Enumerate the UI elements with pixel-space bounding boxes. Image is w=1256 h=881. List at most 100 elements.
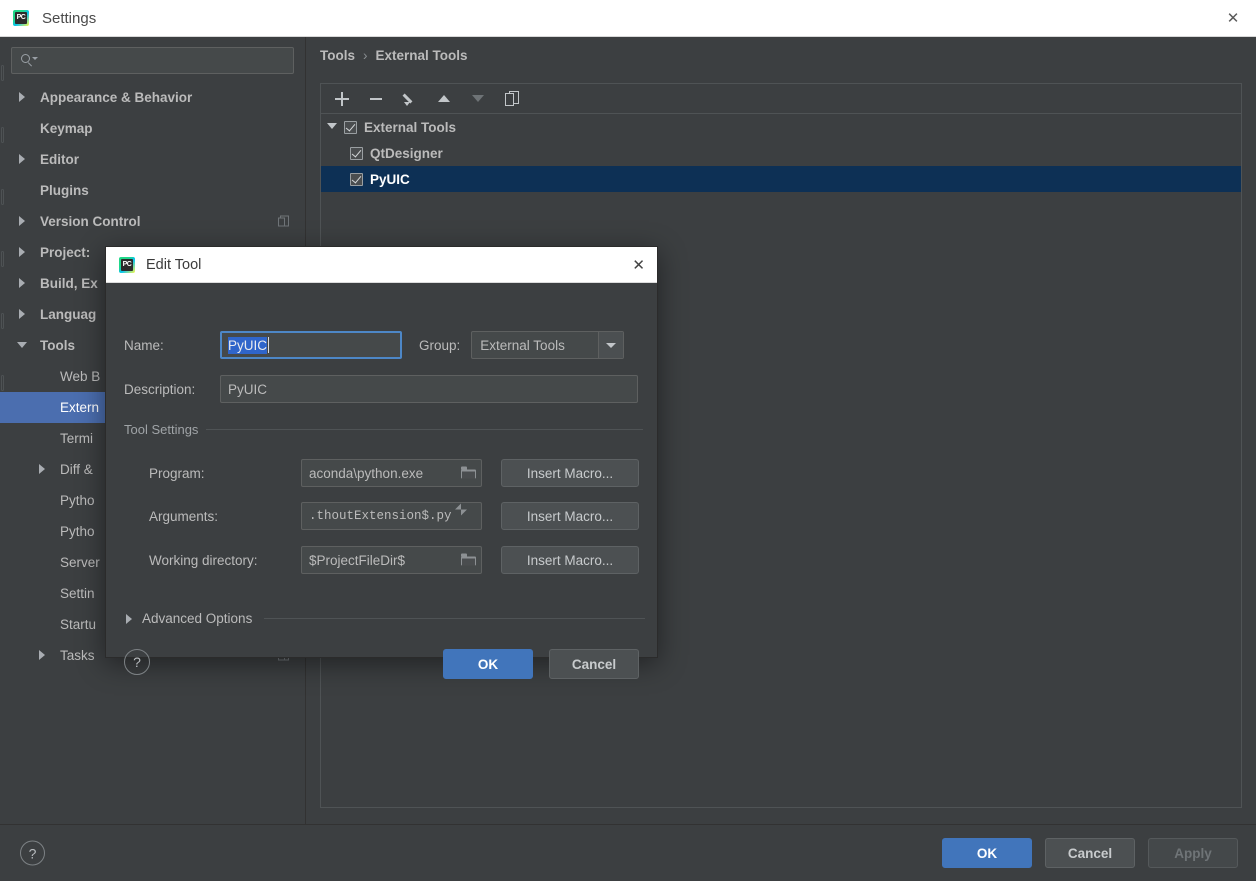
tool-settings-group-header: Tool Settings — [124, 422, 643, 437]
folder-icon[interactable] — [461, 466, 476, 480]
chevron-right-icon[interactable] — [38, 464, 49, 475]
name-input-value: PyUIC — [228, 336, 268, 354]
checkbox[interactable] — [344, 120, 357, 134]
arguments-insert-macro-button[interactable]: Insert Macro... — [501, 502, 639, 530]
sidebar-item-label: Pytho — [60, 524, 95, 539]
search-input[interactable] — [40, 53, 287, 68]
sidebar-item-label: Startu — [60, 617, 97, 632]
arguments-row: Arguments: .thoutExtension$.py Insert Ma… — [149, 502, 639, 530]
edit-tool-cancel-button[interactable]: Cancel — [549, 649, 639, 679]
sidebar-item-label: Plugins — [40, 183, 89, 198]
sidebar-item-label: Tools — [40, 338, 75, 353]
breadcrumb-root[interactable]: Tools — [320, 48, 355, 63]
tools-tree-row[interactable]: QtDesigner — [321, 140, 1241, 166]
chevron-down-icon[interactable] — [327, 121, 339, 133]
working-directory-insert-macro-button[interactable]: Insert Macro... — [501, 546, 639, 574]
program-input[interactable]: aconda\python.exe — [301, 459, 482, 487]
checkbox[interactable] — [350, 172, 363, 186]
plus-icon[interactable] — [329, 87, 355, 111]
window-close-button[interactable]: ✕ — [1210, 0, 1256, 36]
group-row: Group: External Tools — [419, 331, 625, 359]
sidebar-item-label: Settin — [60, 586, 95, 601]
program-label: Program: — [149, 465, 205, 481]
copy-settings-icon[interactable] — [278, 215, 291, 228]
chevron-right-icon[interactable] — [38, 650, 49, 661]
search-container — [0, 37, 305, 74]
expand-icon[interactable] — [455, 503, 476, 523]
sidebar-item-keymap[interactable]: Keymap — [0, 113, 305, 144]
pycharm-icon: PC — [13, 10, 29, 26]
working-directory-input[interactable]: $ProjectFileDir$ — [301, 546, 482, 574]
sidebar-item-label: Project: — [40, 245, 91, 260]
footer-buttons: OK Cancel Apply — [942, 838, 1238, 868]
window-title: Settings — [42, 9, 97, 27]
pencil-icon[interactable] — [397, 87, 423, 111]
breadcrumb: Tools › External Tools — [320, 48, 468, 63]
advanced-options-toggle[interactable]: Advanced Options — [126, 611, 645, 626]
program-row: Program: aconda\python.exe Insert Macro.… — [149, 459, 639, 487]
copy-icon[interactable] — [499, 87, 525, 111]
sidebar-item-plugins[interactable]: Plugins — [0, 175, 305, 206]
sidebar-item-label: Diff & — [60, 462, 93, 477]
settings-window: PC Settings ✕ Appearance & Behavior Keyma… — [0, 0, 1256, 881]
dialog-footer: ? OK Cancel Apply — [0, 824, 1256, 881]
ok-button[interactable]: OK — [942, 838, 1032, 868]
sidebar-item-label: Appearance & Behavior — [40, 90, 193, 105]
program-insert-macro-button[interactable]: Insert Macro... — [501, 459, 639, 487]
cancel-button[interactable]: Cancel — [1045, 838, 1135, 868]
group-value: External Tools — [480, 337, 565, 353]
tools-toolbar — [321, 84, 1241, 114]
edit-tool-dialog: PC Edit Tool ✕ Name: PyUIC Group: Extern… — [105, 246, 658, 679]
chevron-right-icon — [126, 613, 132, 624]
sidebar-item-label: Keymap — [40, 121, 93, 136]
search-icon — [21, 53, 38, 68]
program-field[interactable]: aconda\python.exe — [301, 459, 482, 487]
sidebar-item-label: Build, Ex — [40, 276, 98, 291]
folder-icon[interactable] — [461, 553, 476, 567]
arguments-label: Arguments: — [149, 508, 219, 524]
chevron-right-icon[interactable] — [18, 92, 29, 103]
chevron-right-icon[interactable] — [18, 216, 29, 227]
chevron-down-icon[interactable] — [598, 332, 624, 358]
edit-tool-buttons: OK Cancel — [443, 649, 639, 679]
name-row: Name: PyUIC — [124, 331, 402, 359]
sidebar-item-label: Editor — [40, 152, 79, 167]
advanced-options-label: Advanced Options — [142, 611, 253, 626]
edit-tool-close-button[interactable]: ✕ — [632, 256, 645, 274]
description-input[interactable]: PyUIC — [220, 375, 638, 403]
tools-tree-row[interactable]: External Tools — [321, 114, 1241, 140]
description-label: Description: — [124, 381, 196, 397]
search-box[interactable] — [11, 47, 294, 74]
sidebar-item-version-control[interactable]: Version Control — [0, 206, 305, 237]
chevron-right-icon[interactable] — [18, 154, 29, 165]
chevron-down-icon[interactable] — [17, 340, 29, 351]
minus-icon[interactable] — [363, 87, 389, 111]
breadcrumb-separator: › — [363, 48, 368, 63]
group-dropdown[interactable]: External Tools — [471, 331, 625, 359]
chevron-right-icon[interactable] — [18, 247, 29, 258]
tools-tree-label: PyUIC — [370, 171, 410, 187]
name-input[interactable]: PyUIC — [220, 331, 402, 359]
breadcrumb-current: External Tools — [375, 48, 468, 63]
window-titlebar: PC Settings ✕ — [0, 0, 1256, 37]
arrow-up-icon[interactable] — [431, 87, 457, 111]
working-directory-field[interactable]: $ProjectFileDir$ — [301, 546, 482, 574]
chevron-right-icon[interactable] — [18, 309, 29, 320]
edit-tool-ok-button[interactable]: OK — [443, 649, 533, 679]
sidebar-item-label: Tasks — [60, 648, 95, 663]
arguments-field[interactable]: .thoutExtension$.py — [301, 502, 482, 530]
chevron-right-icon[interactable] — [18, 278, 29, 289]
sidebar-item-appearance-behavior[interactable]: Appearance & Behavior — [0, 82, 305, 113]
tools-tree-row[interactable]: PyUIC — [321, 166, 1241, 192]
arrow-down-icon — [465, 87, 491, 111]
working-directory-label: Working directory: — [149, 552, 258, 568]
sidebar-item-label: Pytho — [60, 493, 95, 508]
apply-button: Apply — [1148, 838, 1238, 868]
sidebar-edge-scrollbar[interactable] — [0, 37, 5, 824]
edit-tool-help-button[interactable]: ? — [124, 649, 150, 675]
group-label: Group: — [419, 337, 461, 353]
checkbox[interactable] — [350, 146, 363, 160]
sidebar-item-editor[interactable]: Editor — [0, 144, 305, 175]
edit-tool-titlebar: PC Edit Tool ✕ — [106, 247, 657, 283]
help-button[interactable]: ? — [20, 840, 45, 866]
